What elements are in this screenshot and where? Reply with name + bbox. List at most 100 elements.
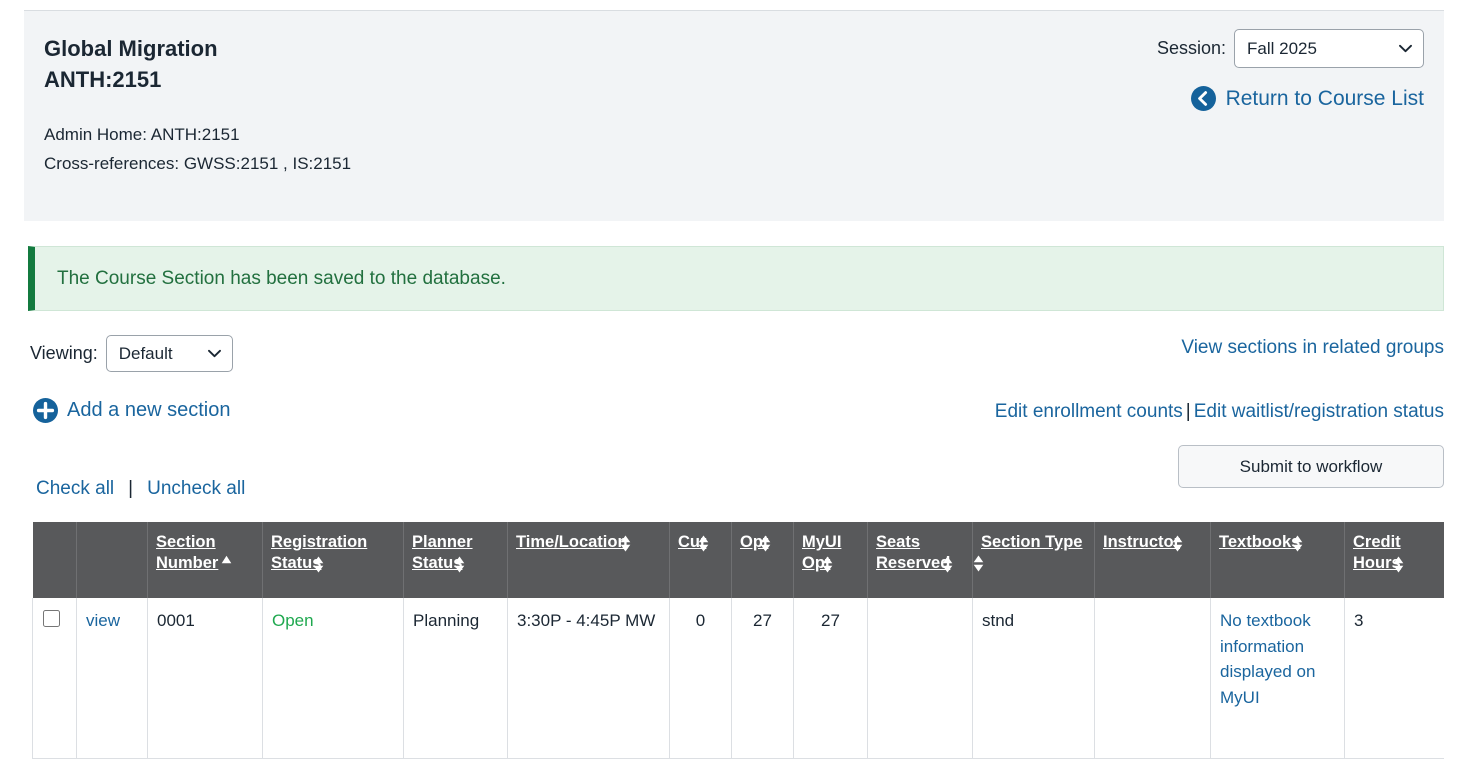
- add-new-section-link[interactable]: Add a new section: [33, 398, 230, 423]
- column-header-instructor[interactable]: Instructor: [1094, 522, 1211, 598]
- column-header-opt[interactable]: Opt: [731, 522, 794, 598]
- column-header-cur[interactable]: Cur: [669, 522, 732, 598]
- credit-hours-cell: 3: [1344, 598, 1444, 759]
- viewing-select[interactable]: Default: [105, 335, 233, 372]
- column-header-myui-opt[interactable]: MyUI Opt: [793, 522, 868, 598]
- column-header-inner: Credit Hours: [1353, 532, 1437, 574]
- sort-toggle-icon[interactable]: [1172, 535, 1183, 552]
- column-header-inner: Instructor: [1103, 532, 1202, 553]
- column-header-inner: Section Number: [156, 532, 254, 574]
- row-select-cell: [32, 598, 77, 759]
- column-header-label[interactable]: Time/Location: [516, 533, 628, 551]
- credit-hours-cell-value: 3: [1354, 611, 1364, 630]
- viewing-row: Viewing: Default: [30, 335, 233, 372]
- sort-toggle-icon[interactable]: [454, 556, 465, 573]
- uncheck-all-link[interactable]: Uncheck all: [147, 478, 245, 499]
- instructor-cell: [1094, 598, 1211, 759]
- add-new-section-label: Add a new section: [67, 399, 231, 421]
- column-header-blank-0: [32, 522, 77, 598]
- planner-status-cell-value: Planning: [413, 611, 480, 630]
- submit-to-workflow-button[interactable]: Submit to workflow: [1178, 445, 1444, 488]
- column-header-label[interactable]: Instructor: [1103, 533, 1180, 551]
- cur-cell: 0: [669, 598, 732, 759]
- sort-toggle-icon[interactable]: [313, 556, 324, 573]
- sort-toggle-icon[interactable]: [973, 555, 984, 572]
- admin-home-text: Admin Home: ANTH:2151: [44, 125, 240, 145]
- myui-opt-cell: 27: [793, 598, 868, 759]
- column-header-planner-status[interactable]: Planner Status: [403, 522, 508, 598]
- column-header-section-type[interactable]: Section Type: [972, 522, 1095, 598]
- column-header-inner: Textbooks: [1219, 532, 1336, 553]
- opt-cell: 27: [731, 598, 794, 759]
- column-header-credit-hours[interactable]: Credit Hours: [1344, 522, 1444, 598]
- column-header-blank-1: [76, 522, 148, 598]
- sort-toggle-icon[interactable]: [1292, 535, 1303, 552]
- sort-toggle-icon[interactable]: [822, 556, 833, 573]
- time-location-cell-value: 3:30P - 4:45P MW: [517, 611, 656, 630]
- success-alert: The Course Section has been saved to the…: [28, 246, 1444, 311]
- opt-cell-value: 27: [753, 611, 772, 630]
- column-header-inner: Planner Status: [412, 532, 499, 574]
- section-type-cell-value: stnd: [982, 611, 1015, 630]
- sort-toggle-icon[interactable]: [1393, 556, 1404, 573]
- course-meta: Admin Home: ANTH:2151 Cross-references: …: [44, 121, 1424, 177]
- session-select[interactable]: Fall 2025: [1234, 29, 1424, 68]
- edit-enrollment-counts-link[interactable]: Edit enrollment counts: [995, 401, 1183, 422]
- textbooks-link[interactable]: No textbook information displayed on MyU…: [1220, 611, 1315, 707]
- view-section-link[interactable]: view: [86, 611, 120, 630]
- header-right-controls: Session: Fall 2025 Return to Course List: [1157, 29, 1424, 116]
- column-header-registration-status[interactable]: Registration Status: [262, 522, 404, 598]
- column-header-time-location[interactable]: Time/Location: [507, 522, 670, 598]
- session-row: Session: Fall 2025: [1157, 29, 1424, 68]
- myui-opt-cell-value: 27: [821, 611, 840, 630]
- column-header-inner: Seats Reserved: [876, 532, 964, 574]
- textbooks-cell: No textbook information displayed on MyU…: [1210, 598, 1345, 759]
- registration-status-cell: Open: [262, 598, 404, 759]
- check-all-link[interactable]: Check all: [36, 478, 114, 499]
- column-header-label[interactable]: Seats Reserved: [876, 533, 950, 572]
- sections-table: Section Number Registration Status Planner…: [32, 522, 1444, 759]
- time-location-cell: 3:30P - 4:45P MW: [507, 598, 670, 759]
- edit-links-separator: |: [1185, 401, 1191, 422]
- page-root: Global Migration ANTH:2151 Admin Home: A…: [0, 0, 1468, 759]
- cur-cell-value: 0: [695, 611, 706, 630]
- viewing-select-wrapper: Default: [105, 335, 233, 372]
- sections-table-head: Section Number Registration Status Planner…: [32, 522, 1444, 598]
- column-header-section-number[interactable]: Section Number: [147, 522, 263, 598]
- view-cell: view: [76, 598, 148, 759]
- column-header-inner: Opt: [740, 532, 785, 553]
- row-select-checkbox[interactable]: [43, 610, 60, 627]
- column-header-inner: MyUI Opt: [802, 532, 859, 574]
- return-to-course-list-label: Return to Course List: [1225, 86, 1424, 110]
- table-row: view 0001 Open Planning 3:30P - 4:45P MW 0 27 2…: [32, 598, 1444, 759]
- check-links-group: Check all | Uncheck all: [36, 478, 245, 500]
- sort-toggle-icon[interactable]: [620, 535, 631, 552]
- viewing-label: Viewing:: [30, 343, 98, 363]
- check-links-separator: |: [128, 478, 134, 499]
- column-header-label[interactable]: Section Type: [981, 533, 1082, 551]
- session-label: Session:: [1156, 38, 1226, 58]
- view-sections-in-related-groups-link[interactable]: View sections in related groups: [1181, 337, 1444, 359]
- column-header-seats-reserved[interactable]: Seats Reserved: [867, 522, 973, 598]
- column-header-textbooks[interactable]: Textbooks: [1210, 522, 1345, 598]
- section-number-cell: 0001: [147, 598, 263, 759]
- sort-toggle-icon[interactable]: [698, 535, 709, 552]
- sections-table-container: Section Number Registration Status Planner…: [32, 522, 1444, 759]
- session-select-wrapper: Fall 2025: [1234, 29, 1424, 68]
- circle-plus-icon: [33, 398, 58, 423]
- success-alert-message: The Course Section has been saved to the…: [57, 267, 506, 289]
- edit-waitlist-status-link[interactable]: Edit waitlist/registration status: [1194, 401, 1444, 422]
- column-header-label[interactable]: Textbooks: [1219, 533, 1300, 551]
- planner-status-cell: Planning: [403, 598, 508, 759]
- column-header-inner: Cur: [678, 532, 723, 553]
- course-header-panel: Global Migration ANTH:2151 Admin Home: A…: [24, 10, 1444, 221]
- return-to-course-list-link[interactable]: Return to Course List: [1190, 86, 1424, 111]
- column-header-label[interactable]: Section Number: [156, 533, 218, 572]
- sort-toggle-icon[interactable]: [942, 556, 953, 573]
- registration-status-cell-value: Open: [272, 611, 314, 630]
- sort-ascending-icon[interactable]: [221, 555, 232, 564]
- sort-toggle-icon[interactable]: [760, 535, 771, 552]
- column-header-inner: Section Type: [973, 532, 1086, 572]
- sections-table-body: view 0001 Open Planning 3:30P - 4:45P MW 0 27 2…: [32, 598, 1444, 759]
- section-number-cell-value: 0001: [157, 611, 195, 630]
